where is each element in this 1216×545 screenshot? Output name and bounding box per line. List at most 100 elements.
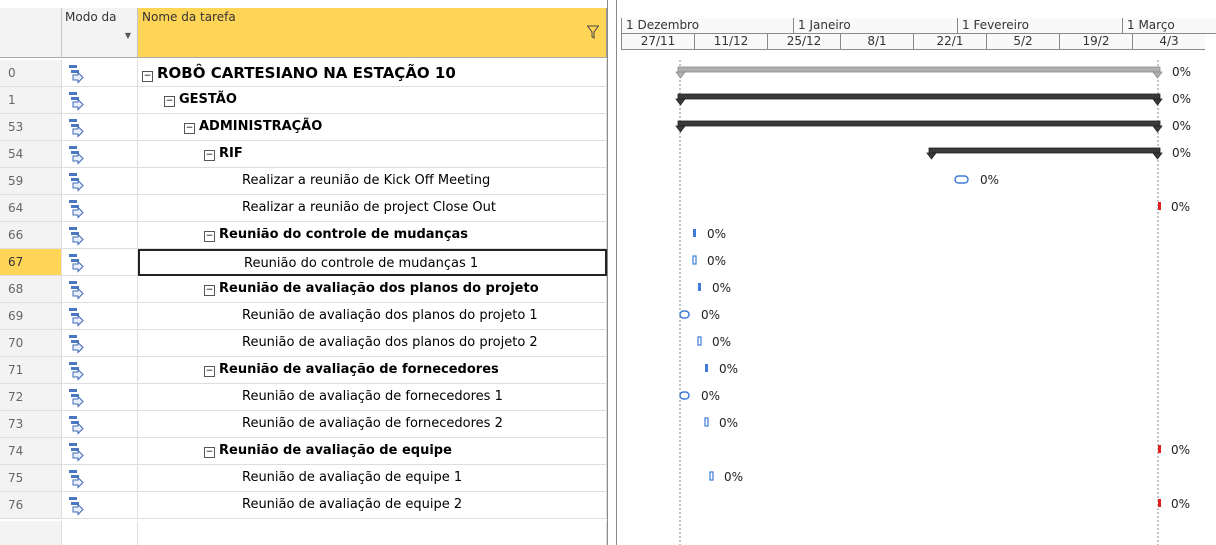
table-row[interactable]: 75 Reunião de avaliação de equipe 1 [0,465,607,492]
task-mode-cell[interactable] [62,330,138,357]
row-id[interactable]: 72 [0,384,62,411]
task-name-cell[interactable]: Reunião do controle de mudanças 1 [138,249,607,276]
empty-row-name[interactable] [138,521,607,545]
task-bar [709,471,714,481]
summary-start-cap [675,98,686,106]
triangle-down-icon[interactable]: ▼ [125,28,131,43]
table-row[interactable]: 67 Reunião do controle de mudanças 1 [0,249,607,276]
task-name-cell[interactable]: Reunião de avaliação de fornecedores 2 [138,411,607,438]
table-row[interactable]: 64 Realizar a reunião de project Close Ou… [0,195,607,222]
auto-scheduled-task-icon [69,362,84,381]
table-row[interactable]: 0 − ROBÔ CARTESIANO NA ESTAÇÃO 10 [0,60,607,87]
task-bar [697,336,702,346]
task-mode-cell[interactable] [62,303,138,330]
task-mode-cell[interactable] [62,222,138,249]
task-name-cell[interactable]: − Reunião do controle de mudanças [138,222,607,249]
task-mode-cell[interactable] [62,114,138,141]
task-mode-cell[interactable] [62,492,138,519]
row-id[interactable]: 75 [0,465,62,492]
task-name-cell[interactable]: Reunião de avaliação dos planos do proje… [138,303,607,330]
collapse-icon[interactable]: − [204,231,215,242]
task-name-text: Realizar a reunião de project Close Out [242,200,496,215]
summary-start-cap [675,71,686,79]
task-mode-cell[interactable] [62,465,138,492]
row-id-header[interactable] [0,8,62,58]
task-name-cell[interactable]: − ADMINISTRAÇÃO [138,114,607,141]
task-name-text: RIF [219,146,243,161]
task-mode-cell[interactable] [62,87,138,114]
row-id[interactable]: 59 [0,168,62,195]
row-id[interactable]: 64 [0,195,62,222]
row-id[interactable]: 54 [0,141,62,168]
row-id[interactable]: 73 [0,411,62,438]
percent-complete-label: 0% [719,416,738,430]
task-bar [679,310,690,319]
task-bar [705,364,708,372]
task-name-cell[interactable]: Realizar a reunião de Kick Off Meeting [138,168,607,195]
task-name-text: Reunião de avaliação de equipe [219,443,452,458]
table-row[interactable]: 74 − Reunião de avaliação de equipe [0,438,607,465]
task-name-cell[interactable]: Reunião de avaliação de equipe 2 [138,492,607,519]
row-id[interactable]: 53 [0,114,62,141]
task-name-cell[interactable]: − RIF [138,141,607,168]
summary-end-cap [1152,125,1163,133]
row-id[interactable]: 67 [0,249,62,276]
task-mode-cell[interactable] [62,60,138,87]
table-row[interactable]: 1 − GESTÃO [0,87,607,114]
table-row[interactable]: 54 − RIF [0,141,607,168]
task-name-cell[interactable]: − Reunião de avaliação dos planos do proj… [138,276,607,303]
task-mode-cell[interactable] [62,141,138,168]
collapse-icon[interactable]: − [204,150,215,161]
task-name-cell[interactable]: Realizar a reunião de project Close Out [138,195,607,222]
row-id[interactable]: 74 [0,438,62,465]
task-name-text: Realizar a reunião de Kick Off Meeting [242,173,491,188]
row-id[interactable]: 66 [0,222,62,249]
task-mode-cell[interactable] [62,411,138,438]
table-row[interactable]: 59 Realizar a reunião de Kick Off Meeting [0,168,607,195]
table-row[interactable]: 72 Reunião de avaliação de fornecedores 1 [0,384,607,411]
table-row[interactable]: 66 − Reunião do controle de mudanças [0,222,607,249]
table-row[interactable]: 71 − Reunião de avaliação de fornecedores [0,357,607,384]
row-id[interactable]: 1 [0,87,62,114]
task-name-cell[interactable]: − Reunião de avaliação de fornecedores [138,357,607,384]
task-name-text: ROBÔ CARTESIANO NA ESTAÇÃO 10 [157,64,456,82]
collapse-icon[interactable]: − [204,447,215,458]
pane-splitter[interactable] [607,0,617,545]
table-row[interactable]: 68 − Reunião de avaliação dos planos do pr… [0,276,607,303]
task-name-cell[interactable]: − ROBÔ CARTESIANO NA ESTAÇÃO 10 [138,60,607,87]
collapse-icon[interactable]: − [204,366,215,377]
task-name-header-label: Nome da tarefa [142,10,236,24]
task-name-cell[interactable]: Reunião de avaliação de fornecedores 1 [138,384,607,411]
table-row[interactable]: 70 Reunião de avaliação dos planos do pro… [0,330,607,357]
table-row[interactable]: 73 Reunião de avaliação de fornecedores 2 [0,411,607,438]
row-id[interactable]: 71 [0,357,62,384]
task-mode-cell[interactable] [62,438,138,465]
task-mode-cell[interactable] [62,195,138,222]
task-mode-cell[interactable] [62,168,138,195]
task-name-cell[interactable]: Reunião de avaliação de equipe 1 [138,465,607,492]
task-mode-cell[interactable] [62,276,138,303]
table-row[interactable]: 76 Reunião de avaliação de equipe 2 [0,492,607,519]
task-name-cell[interactable]: − Reunião de avaliação de equipe [138,438,607,465]
funnel-icon[interactable] [587,25,599,39]
percent-complete-label: 0% [707,254,726,268]
task-name-cell[interactable]: − GESTÃO [138,87,607,114]
row-id[interactable]: 70 [0,330,62,357]
row-id[interactable]: 68 [0,276,62,303]
collapse-icon[interactable]: − [164,96,175,107]
table-row[interactable]: 53 − ADMINISTRAÇÃO [0,114,607,141]
task-mode-header[interactable]: Modo da ▼ [62,8,138,58]
row-id[interactable]: 0 [0,60,62,87]
task-name-header[interactable]: Nome da tarefa [138,8,607,58]
task-mode-cell[interactable] [62,357,138,384]
row-id[interactable]: 69 [0,303,62,330]
table-row[interactable]: 69 Reunião de avaliação dos planos do pro… [0,303,607,330]
task-mode-cell[interactable] [62,384,138,411]
row-id[interactable]: 76 [0,492,62,519]
task-mode-cell[interactable] [62,249,138,276]
task-name-cell[interactable]: Reunião de avaliação dos planos do proje… [138,330,607,357]
task-name-text: ADMINISTRAÇÃO [199,119,323,134]
collapse-icon[interactable]: − [184,123,195,134]
collapse-icon[interactable]: − [142,71,153,82]
collapse-icon[interactable]: − [204,285,215,296]
